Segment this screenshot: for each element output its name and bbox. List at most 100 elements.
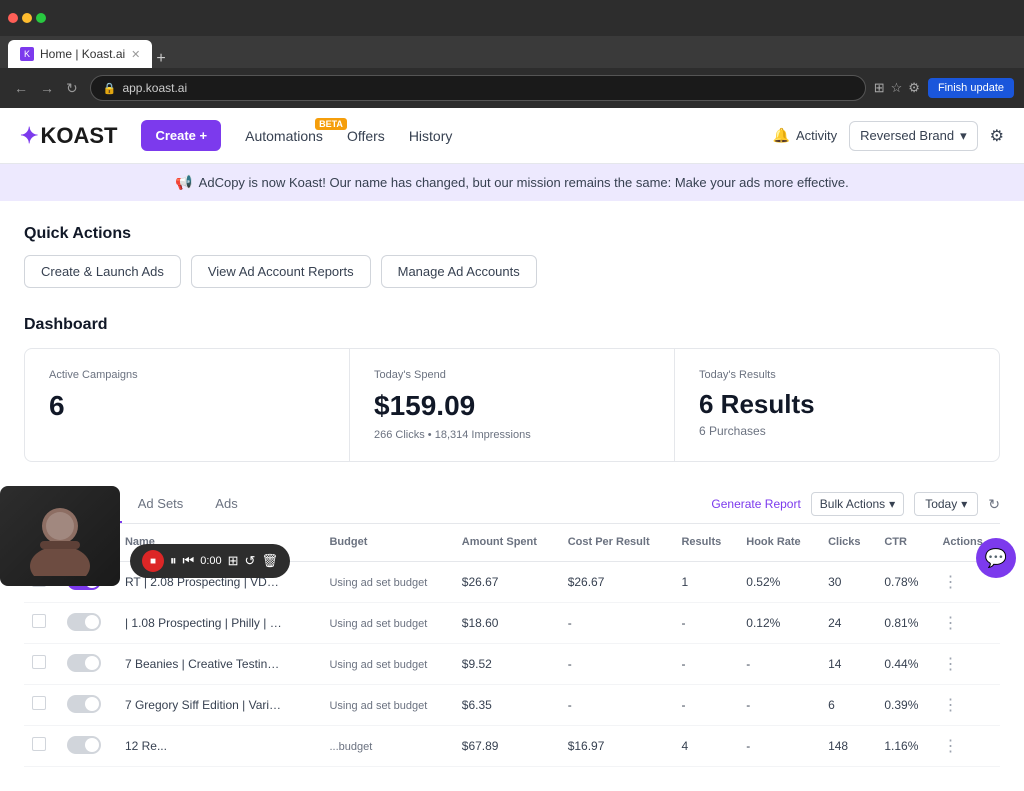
view-reports-button[interactable]: View Ad Account Reports	[191, 255, 371, 288]
table-row: 7 Gregory Siff Edition | Various ... Usi…	[24, 684, 1000, 725]
hook-rate-3: -	[738, 684, 820, 725]
more-actions-0[interactable]: ⋮	[942, 572, 958, 592]
undo-button[interactable]: ↺	[245, 553, 256, 569]
rewind-button[interactable]: ⏮	[183, 553, 195, 569]
forward-button[interactable]: →	[36, 78, 58, 99]
col-amount-spent: Amount Spent	[454, 524, 560, 562]
row-checkbox-2[interactable]	[32, 655, 46, 669]
brand-selector[interactable]: Reversed Brand ▾	[849, 121, 977, 151]
dot-red	[8, 13, 18, 23]
todays-spend-value: $159.09	[374, 389, 650, 423]
cost-per-result-3: -	[560, 684, 674, 725]
nav-history[interactable]: History	[409, 128, 453, 144]
ctr-1: 0.81%	[876, 602, 934, 643]
tab-favicon: K	[20, 47, 34, 61]
todays-spend-label: Today's Spend	[374, 369, 650, 381]
logo-symbol: ✦	[20, 123, 38, 149]
logo-text: KOAST	[40, 123, 117, 149]
more-actions-3[interactable]: ⋮	[942, 695, 958, 715]
row-checkbox-1[interactable]	[32, 614, 46, 628]
col-budget: Budget	[321, 524, 453, 562]
url-text: app.koast.ai	[122, 81, 187, 95]
chat-bubble-button[interactable]: 💬	[976, 538, 1016, 578]
todays-results-value: 6 Results	[699, 389, 975, 420]
browser-tab[interactable]: K Home | Koast.ai ✕	[8, 40, 152, 68]
clicks-3: 6	[820, 684, 876, 725]
col-hook-rate: Hook Rate	[738, 524, 820, 562]
playback-time: 0:00	[200, 555, 221, 567]
dot-yellow	[22, 13, 32, 23]
hook-rate-4: -	[738, 725, 820, 766]
campaign-name-1: | 1.08 Prospecting | Philly | New Crea..…	[125, 616, 285, 630]
tab-nav-right: Generate Report Bulk Actions ▾ Today ▾ ↻	[711, 492, 1000, 516]
back-button[interactable]: ←	[10, 78, 32, 99]
manage-accounts-button[interactable]: Manage Ad Accounts	[381, 255, 537, 288]
row-checkbox-3[interactable]	[32, 696, 46, 710]
activity-label: Activity	[796, 128, 837, 143]
cost-per-result-4: $16.97	[560, 725, 674, 766]
announcement-banner: 📢 AdCopy is now Koast! Our name has chan…	[0, 164, 1024, 201]
more-actions-2[interactable]: ⋮	[942, 654, 958, 674]
pause-button[interactable]: ⏸	[170, 553, 177, 569]
todays-results-label: Today's Results	[699, 369, 975, 381]
address-bar: ← → ↻ 🔒 app.koast.ai ⊞ ☆ ⚙ Finish update	[0, 68, 1024, 108]
results-0: 1	[673, 561, 738, 602]
todays-results-sub: 6 Purchases	[699, 424, 975, 438]
ctr-0: 0.78%	[876, 561, 934, 602]
new-tab-button[interactable]: +	[156, 50, 165, 68]
more-actions-4[interactable]: ⋮	[942, 736, 958, 756]
table-row: 12 Re... ...budget $67.89 $16.97 4 - 148…	[24, 725, 1000, 766]
results-3: -	[673, 684, 738, 725]
create-button[interactable]: Create +	[141, 120, 221, 151]
toggle-2[interactable]	[67, 654, 101, 672]
browser-chrome	[0, 0, 1024, 36]
settings-button[interactable]: ⚙	[990, 126, 1004, 146]
quick-actions-title: Quick Actions	[24, 225, 1000, 243]
create-launch-button[interactable]: Create & Launch Ads	[24, 255, 181, 288]
todays-spend-card: Today's Spend $159.09 266 Clicks • 18,31…	[350, 349, 675, 461]
bulk-actions-button[interactable]: Bulk Actions ▾	[811, 492, 904, 516]
delete-button[interactable]: 🗑	[261, 553, 278, 569]
amount-spent-2: $9.52	[454, 643, 560, 684]
toggle-4[interactable]	[67, 736, 101, 754]
budget-4: ...budget	[329, 741, 372, 753]
tab-ads[interactable]: Ads	[199, 486, 253, 523]
quick-actions-buttons: Create & Launch Ads View Ad Account Repo…	[24, 255, 1000, 288]
campaign-name-4: 12 Re...	[125, 739, 285, 753]
toggle-1[interactable]	[67, 613, 101, 631]
nav-offers[interactable]: Offers	[347, 128, 385, 144]
activity-button[interactable]: 🔔 Activity	[773, 127, 838, 144]
budget-3: Using ad set budget	[329, 700, 427, 712]
dot-green	[36, 13, 46, 23]
more-actions-1[interactable]: ⋮	[942, 613, 958, 633]
nav-automations[interactable]: Automations	[245, 128, 323, 144]
chevron-down-icon: ▾	[961, 497, 967, 511]
generate-report-button[interactable]: Generate Report	[711, 497, 800, 511]
clicks-1: 24	[820, 602, 876, 643]
address-input[interactable]: 🔒 app.koast.ai	[90, 75, 866, 101]
results-2: -	[673, 643, 738, 684]
chevron-down-icon: ▾	[960, 128, 967, 144]
dashboard-section: Dashboard Active Campaigns 6 Today's Spe…	[24, 316, 1000, 462]
todays-spend-sub: 266 Clicks • 18,314 Impressions	[374, 429, 650, 441]
toggle-3[interactable]	[67, 695, 101, 713]
amount-spent-4: $67.89	[454, 725, 560, 766]
cost-per-result-1: -	[560, 602, 674, 643]
video-controls: ■ ⏸ ⏮ 0:00 ⊞ ↺ 🗑	[130, 544, 290, 578]
grid-button[interactable]: ⊞	[228, 553, 239, 569]
logo: ✦ KOAST	[20, 123, 117, 149]
reload-button[interactable]: ↻	[62, 78, 82, 99]
row-checkbox-4[interactable]	[32, 737, 46, 751]
tab-ad-sets[interactable]: Ad Sets	[122, 486, 200, 523]
today-filter-button[interactable]: Today ▾	[914, 492, 978, 516]
finish-update-button[interactable]: Finish update	[928, 78, 1014, 98]
campaign-tab-nav: Campaigns Ad Sets Ads Generate Report Bu…	[24, 486, 1000, 524]
col-cost-per-result: Cost Per Result	[560, 524, 674, 562]
budget-0: Using ad set budget	[329, 577, 427, 589]
active-campaigns-card: Active Campaigns 6	[25, 349, 350, 461]
stop-button[interactable]: ■	[142, 550, 164, 572]
tab-close-button[interactable]: ✕	[131, 48, 140, 61]
campaign-name-2: 7 Beanies | Creative Testing | A...	[125, 657, 285, 671]
dashboard-title: Dashboard	[24, 316, 1000, 334]
refresh-button[interactable]: ↻	[988, 496, 1000, 513]
